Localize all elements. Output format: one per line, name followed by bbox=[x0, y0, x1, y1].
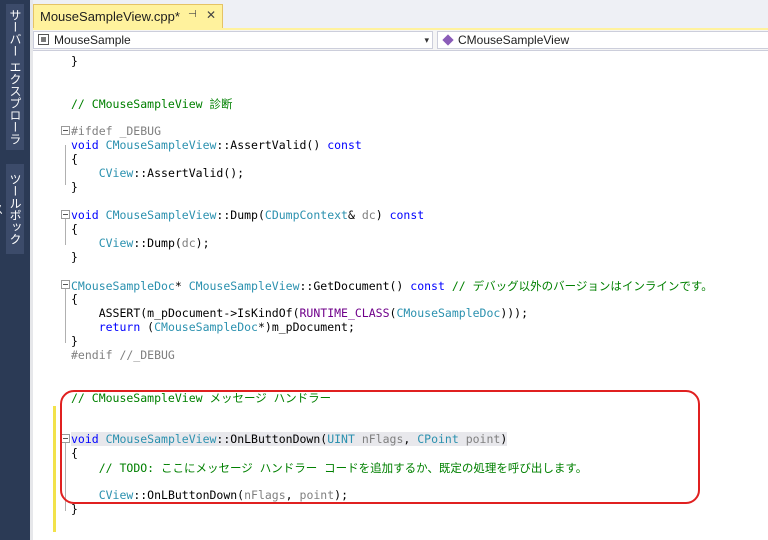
code-line-brace: { bbox=[71, 292, 78, 306]
code-line-endif: #endif //_DEBUG bbox=[71, 348, 175, 362]
code-line-return: return (CMouseSampleDoc*)m_pDocument; bbox=[98, 320, 355, 334]
annotation-highlight-box bbox=[60, 390, 700, 504]
class-icon bbox=[442, 34, 454, 46]
code-line-dump-sig: void CMouseSampleView::Dump(CDumpContext… bbox=[71, 208, 425, 222]
code-line-brace: } bbox=[71, 502, 78, 516]
collapse-icon[interactable] bbox=[61, 126, 70, 135]
change-indicator bbox=[53, 406, 56, 532]
code-line-cview-assertvalid: CView::AssertValid(); bbox=[98, 166, 245, 180]
code-line-brace: } bbox=[71, 180, 78, 194]
code-line-ifdef: #ifdef _DEBUG bbox=[71, 124, 162, 138]
code-line-cview-dump: CView::Dump(dc); bbox=[98, 236, 210, 250]
code-line-brace: } bbox=[71, 334, 78, 348]
code-editor[interactable]: } // CMouseSampleView 診断 #ifdef _DEBUG v… bbox=[33, 51, 768, 540]
code-line-assert: ASSERT(m_pDocument->IsKindOf(RUNTIME_CLA… bbox=[98, 306, 529, 320]
code-line-assertvalid-sig: void CMouseSampleView::AssertValid() con… bbox=[71, 138, 362, 152]
project-combo[interactable]: MouseSample ▾ bbox=[33, 31, 433, 49]
collapse-icon[interactable] bbox=[61, 210, 70, 219]
pin-icon[interactable]: ⊣ bbox=[188, 9, 197, 20]
code-line: } bbox=[71, 54, 78, 68]
collapse-icon[interactable] bbox=[61, 280, 70, 289]
navigation-bar: MouseSample ▾ CMouseSampleView bbox=[33, 30, 768, 51]
document-tab[interactable]: MouseSampleView.cpp* ⊣ ✕ bbox=[33, 4, 223, 28]
tab-title: MouseSampleView.cpp* bbox=[40, 9, 180, 24]
code-line-getdocument-sig: CMouseSampleDoc* CMouseSampleView::GetDo… bbox=[71, 279, 713, 293]
code-line-brace: { bbox=[71, 152, 78, 166]
toolbox-tab[interactable]: ツールボックス bbox=[0, 164, 24, 254]
outline-guide bbox=[65, 145, 66, 185]
close-icon[interactable]: ✕ bbox=[206, 8, 216, 22]
chevron-down-icon[interactable]: ▾ bbox=[424, 32, 429, 48]
code-line-comment: // CMouseSampleView 診断 bbox=[71, 97, 233, 111]
code-line-brace: } bbox=[71, 250, 78, 264]
code-line-brace: { bbox=[71, 222, 78, 236]
server-explorer-tab[interactable]: サーバー エクスプローラー bbox=[0, 4, 24, 150]
left-tool-strip: サーバー エクスプローラー ツールボックス bbox=[0, 0, 30, 540]
class-combo[interactable]: CMouseSampleView bbox=[437, 31, 768, 49]
class-combo-value: CMouseSampleView bbox=[458, 33, 570, 47]
project-icon bbox=[38, 34, 49, 45]
project-combo-value: MouseSample bbox=[54, 33, 131, 47]
outline-guide bbox=[65, 285, 66, 343]
outline-guide bbox=[65, 215, 66, 245]
document-tab-bar: MouseSampleView.cpp* ⊣ ✕ bbox=[33, 0, 768, 28]
